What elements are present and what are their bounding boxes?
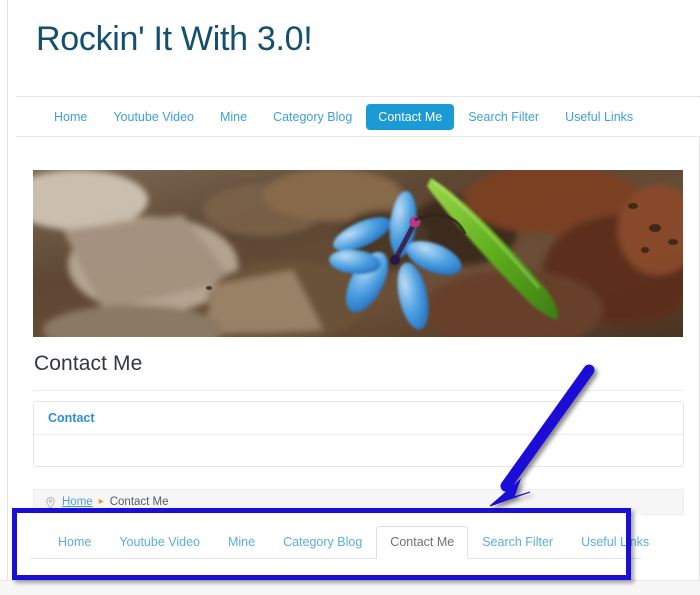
breadcrumb-item-current: Contact Me <box>109 496 169 508</box>
contact-panel-header: Contact <box>34 402 683 435</box>
secondary-nav-item-category-blog[interactable]: Category Blog <box>269 526 376 559</box>
breadcrumb-item-home[interactable]: Home <box>62 496 93 508</box>
breadcrumb-separator-icon: ▸ <box>98 496 104 507</box>
primary-nav-item-useful-links[interactable]: Useful Links <box>553 104 645 130</box>
secondary-nav-tabs: Home Youtube Video Mine Category Blog Co… <box>30 525 649 559</box>
page-bottom-strip <box>0 580 700 595</box>
primary-nav-item-home[interactable]: Home <box>42 104 99 130</box>
banner-image <box>33 170 683 337</box>
breadcrumb: Home ▸ Contact Me <box>33 489 684 515</box>
primary-nav-item-contact-me[interactable]: Contact Me <box>366 104 455 130</box>
contact-panel-body <box>34 435 683 466</box>
banner-photo-icon <box>33 170 683 337</box>
site-title: Rockin' It With 3.0! <box>36 20 313 58</box>
primary-nav-item-youtube-video[interactable]: Youtube Video <box>101 104 206 130</box>
primary-navigation: Home Youtube Video Mine Category Blog Co… <box>16 98 700 137</box>
contact-panel: Contact <box>33 401 684 467</box>
primary-nav-item-category-blog[interactable]: Category Blog <box>261 104 364 130</box>
primary-nav-item-mine[interactable]: Mine <box>208 104 259 130</box>
title-divider <box>33 390 684 391</box>
secondary-nav-item-mine[interactable]: Mine <box>214 526 269 559</box>
primary-nav-item-search-filter[interactable]: Search Filter <box>456 104 551 130</box>
contact-link[interactable]: Contact <box>48 411 95 425</box>
secondary-nav-item-contact-me[interactable]: Contact Me <box>376 526 469 559</box>
secondary-nav-item-youtube-video[interactable]: Youtube Video <box>105 526 214 559</box>
secondary-nav-item-search-filter[interactable]: Search Filter <box>468 526 567 559</box>
secondary-navigation: Home Youtube Video Mine Category Blog Co… <box>30 514 649 577</box>
site-header: Rockin' It With 3.0! <box>16 0 700 97</box>
page-title: Contact Me <box>34 352 143 375</box>
secondary-nav-item-home[interactable]: Home <box>44 526 105 559</box>
secondary-nav-item-useful-links[interactable]: Useful Links <box>567 526 663 559</box>
location-pin-icon <box>46 496 55 510</box>
page-frame: Rockin' It With 3.0! Home Youtube Video … <box>7 0 700 580</box>
